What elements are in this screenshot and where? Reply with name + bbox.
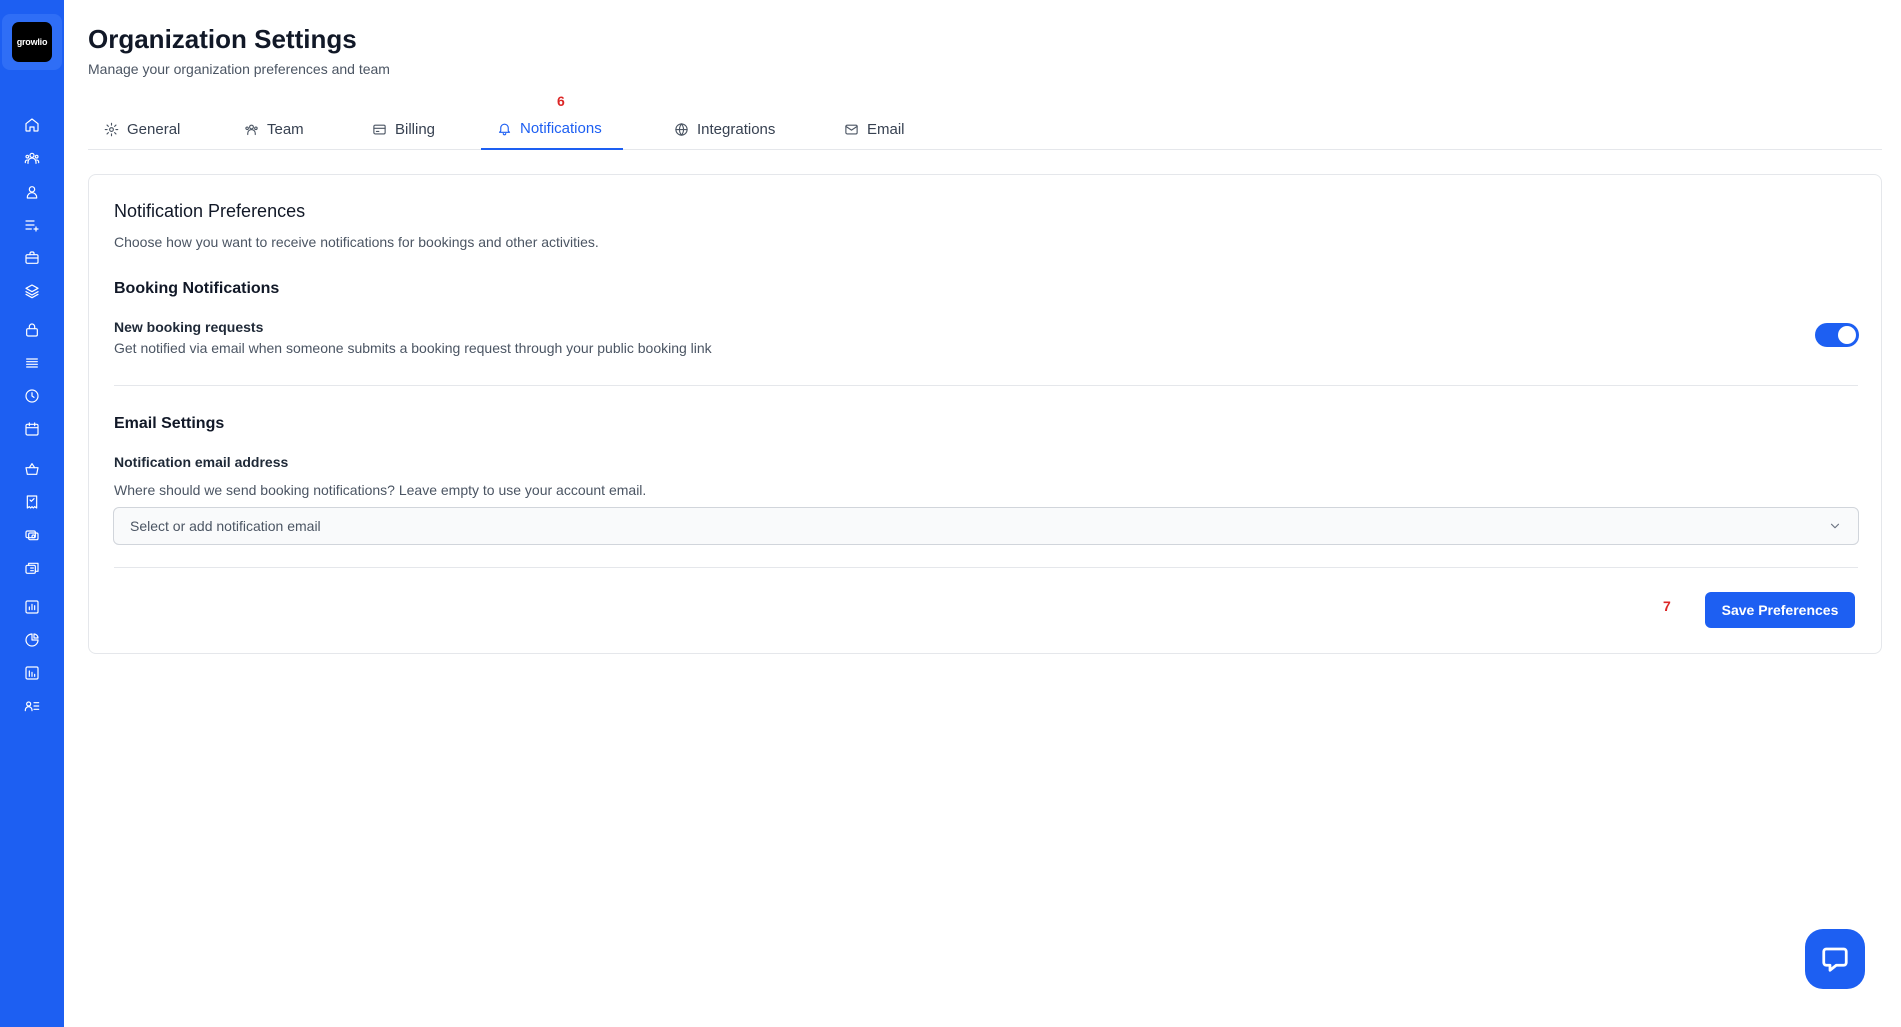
booking-field-label: New booking requests [114, 319, 264, 335]
tab-integrations[interactable]: Integrations [658, 108, 791, 150]
divider [114, 385, 1858, 386]
mail-icon [845, 124, 858, 134]
briefcase-icon[interactable] [22, 248, 42, 268]
globe-icon [675, 122, 688, 136]
coins-icon[interactable] [22, 525, 42, 545]
logo: growlio [12, 22, 52, 62]
chevron-down-icon [1828, 519, 1842, 533]
page-subtitle: Manage your organization preferences and… [88, 61, 390, 77]
home-icon[interactable] [22, 115, 42, 135]
tab-label: Billing [395, 120, 436, 138]
booking-section-title: Booking Notifications [114, 280, 280, 297]
bell-icon [498, 123, 511, 135]
save-marker: 7 [1663, 598, 1671, 614]
notification-preferences-card: Notification Preferences Choose how you … [88, 174, 1882, 654]
email-field-description: Where should we send booking notificatio… [114, 482, 647, 498]
tab-label: Team [267, 120, 304, 138]
divider [114, 567, 1858, 568]
new-booking-toggle[interactable] [1815, 323, 1859, 347]
card-title: Notification Preferences [114, 201, 306, 221]
list-add-icon[interactable] [22, 215, 42, 235]
booking-field-description: Get notified via email when someone subm… [114, 340, 712, 356]
lock-icon[interactable] [22, 320, 42, 340]
tab-billing[interactable]: Billing [356, 108, 451, 150]
tab-email[interactable]: Email [828, 108, 921, 150]
basket-icon[interactable] [22, 459, 42, 479]
clock-icon[interactable] [22, 386, 42, 406]
user-icon[interactable] [22, 182, 42, 202]
email-section-title: Email Settings [114, 415, 225, 432]
team-icon[interactable] [22, 148, 42, 168]
tab-general[interactable]: General [88, 108, 196, 150]
chat-icon [1822, 947, 1848, 972]
page-title: Organization Settings [88, 24, 357, 54]
menu-icon[interactable] [22, 353, 42, 373]
tab-notifications[interactable]: Notifications [481, 108, 623, 150]
tab-label: Notifications [520, 119, 602, 137]
chat-button[interactable] [1805, 929, 1865, 989]
stack-icon[interactable] [22, 558, 42, 578]
notification-email-select[interactable]: Select or add notification email [113, 507, 1859, 545]
tab-marker: 6 [557, 93, 565, 109]
gear-icon [104, 122, 119, 136]
layers-icon[interactable] [22, 281, 42, 301]
user-list-icon[interactable] [22, 696, 42, 716]
sidebar: growlio [0, 0, 64, 1027]
save-preferences-button[interactable]: Save Preferences [1705, 592, 1855, 628]
bar-chart-icon[interactable] [22, 663, 42, 683]
email-field-label: Notification email address [114, 454, 289, 470]
receipt-icon[interactable] [22, 492, 42, 512]
chart-icon[interactable] [22, 597, 42, 617]
calendar-icon[interactable] [22, 419, 42, 439]
card-description: Choose how you want to receive notificat… [114, 234, 599, 250]
settings-tabs: General Team Billing Notifications Integ… [88, 108, 1882, 150]
tab-label: General [127, 120, 181, 138]
select-placeholder: Select or add notification email [130, 518, 321, 534]
toggle-knob [1838, 326, 1856, 344]
credit-card-icon [373, 124, 386, 134]
tab-label: Integrations [697, 120, 776, 138]
team-icon [245, 124, 258, 135]
pie-chart-icon[interactable] [22, 630, 42, 650]
tab-label: Email [867, 120, 905, 138]
logo-button[interactable]: growlio [2, 14, 62, 70]
tab-team[interactable]: Team [228, 108, 320, 150]
